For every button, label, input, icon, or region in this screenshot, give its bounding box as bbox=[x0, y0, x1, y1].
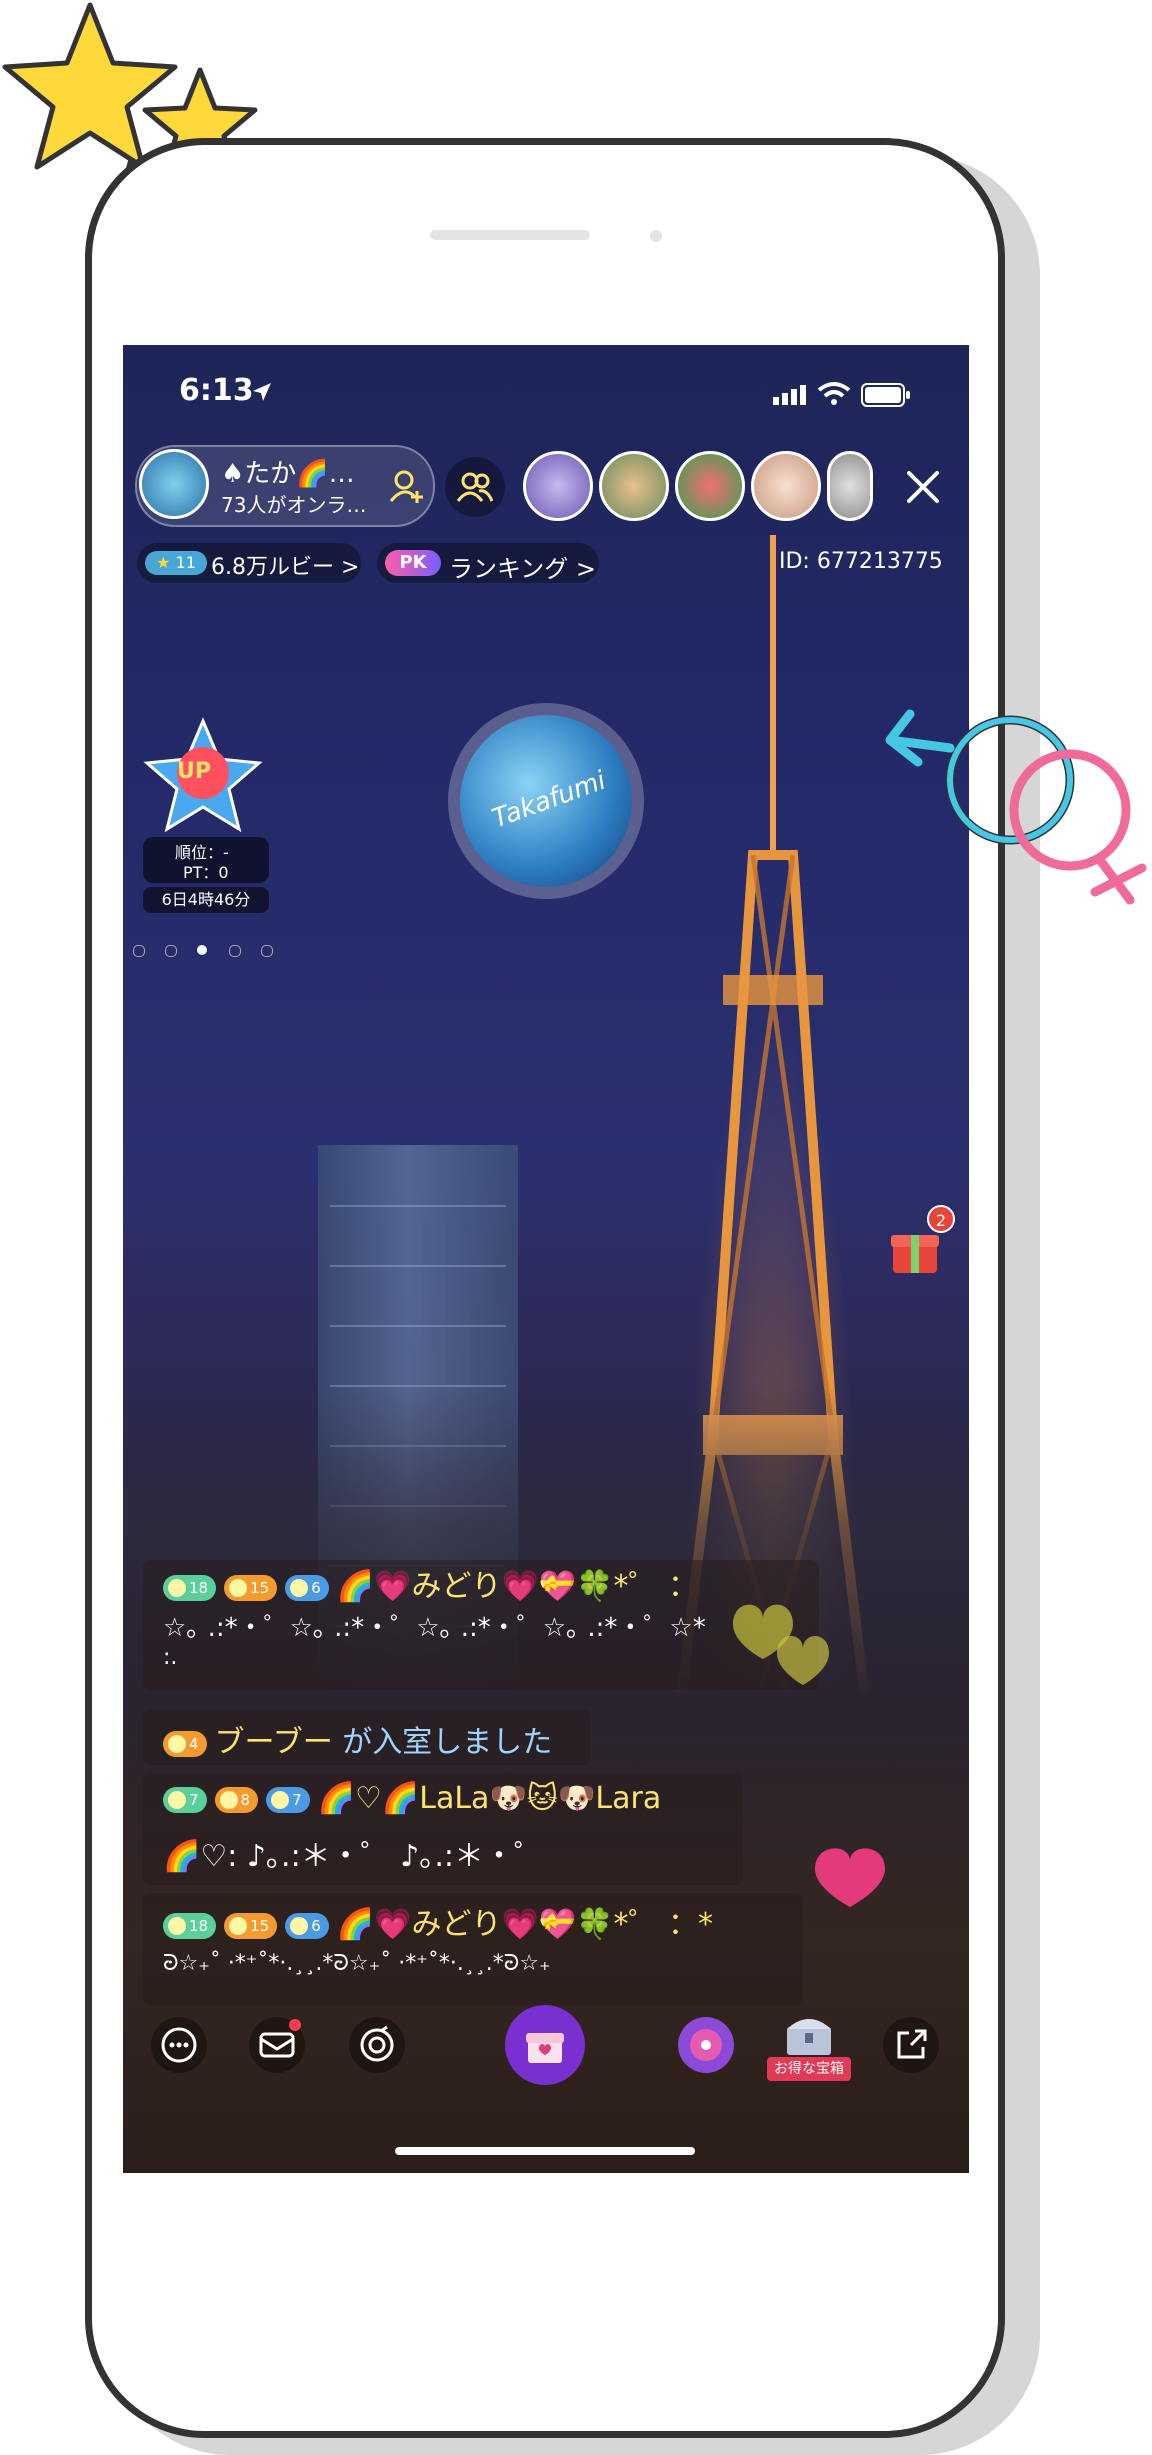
chat-message-text: 🌈♡: ♪｡.:＊・゜ ♪｡.:＊・゜ bbox=[163, 1839, 545, 1874]
level-badge: 7 bbox=[163, 1786, 207, 1813]
level-badge: 8 bbox=[214, 1786, 259, 1813]
cellular-signal-icon bbox=[773, 385, 806, 405]
external-share-button[interactable] bbox=[883, 2017, 939, 2073]
gift-icon bbox=[526, 2033, 564, 2063]
event-widget[interactable]: UP 順位：- PT：0 6日4時46分 bbox=[143, 715, 269, 975]
event-rank-box: 順位：- PT：0 bbox=[143, 837, 269, 883]
pk-badge: PK bbox=[385, 550, 441, 576]
host-avatar[interactable] bbox=[139, 449, 209, 519]
star-icon bbox=[2, 2, 178, 170]
close-icon[interactable] bbox=[903, 467, 943, 507]
ruby-label: 6.8万ルビー > bbox=[211, 555, 360, 580]
users-icon bbox=[457, 472, 493, 502]
level-badge: 18 bbox=[163, 1574, 217, 1601]
location-arrow-icon bbox=[253, 383, 271, 401]
level-badge: 15 bbox=[224, 1574, 278, 1601]
viewer-avatar[interactable] bbox=[751, 451, 821, 521]
viewer-avatar[interactable] bbox=[827, 451, 873, 521]
pk-ranking-label: ランキング > bbox=[449, 555, 597, 583]
host-info-pill[interactable]: ♠たか🌈… 73人がオンラ… bbox=[135, 445, 435, 527]
host-name: ♠たか🌈… bbox=[221, 459, 355, 489]
wifi-icon bbox=[817, 382, 851, 405]
chat-message-line3-header: 18 15 6 🌈💗みどり💗💝🍀*゜ ：* bbox=[163, 1899, 713, 1943]
comment-button[interactable] bbox=[151, 2017, 207, 2073]
unread-dot bbox=[289, 2019, 301, 2031]
viewer-avatar[interactable] bbox=[599, 451, 669, 521]
floating-heart-pink bbox=[815, 1848, 885, 1907]
speaker-avatar-text: Takafumi bbox=[488, 765, 610, 835]
ruby-ranking-pill[interactable]: ★ 11 6.8万ルビー > bbox=[137, 543, 361, 583]
level-badge: 6 bbox=[285, 1574, 329, 1601]
chat-message-text: :. bbox=[163, 1645, 178, 1670]
ruby-level-badge: ★ 11 bbox=[145, 551, 207, 575]
share-icon bbox=[897, 2029, 927, 2059]
status-time: 6:13 bbox=[179, 373, 254, 408]
send-gift-button[interactable] bbox=[505, 2005, 585, 2085]
treasure-box-label: お得な宝箱 bbox=[767, 2057, 851, 2081]
level-badge: 15 bbox=[224, 1912, 278, 1939]
app-screen: 6:13 ♠たか🌈… 73人がオンラ… ★ 11 6.8万ルビー > PK ラン… bbox=[123, 345, 969, 2173]
chat-message-line2-header: 7 8 7 🌈♡🌈LaLa🐶🐱🐶Lara bbox=[163, 1781, 661, 1816]
treasure-box-button[interactable]: お得な宝箱 bbox=[767, 2013, 851, 2083]
chat-entry-notice: 4 ブーブー が入室しました bbox=[163, 1717, 552, 1761]
gift-count-badge: 2 bbox=[927, 1205, 955, 1233]
mail-icon bbox=[259, 2032, 295, 2058]
phone-camera bbox=[650, 230, 662, 242]
online-count: 73人がオンラ… bbox=[221, 493, 367, 517]
speaker-avatar-ring[interactable]: Takafumi bbox=[448, 703, 644, 899]
disc-icon bbox=[690, 2029, 722, 2061]
floating-hearts bbox=[733, 1604, 829, 1685]
pk-ranking-pill[interactable]: PK ランキング > bbox=[377, 543, 599, 583]
home-indicator bbox=[395, 2147, 695, 2155]
gender-symbols-decoration bbox=[885, 709, 1147, 905]
event-logo-text: UP bbox=[177, 759, 211, 784]
viewer-avatar[interactable] bbox=[675, 451, 745, 521]
level-badge: 18 bbox=[163, 1912, 217, 1939]
gift-box-button[interactable]: 2 bbox=[887, 1205, 955, 1277]
music-disc-button[interactable] bbox=[678, 2017, 734, 2073]
chat-message-text: ☆｡ .:*・゜☆｡ .:*・゜☆｡ .:*・゜☆｡ .:*・゜☆* bbox=[163, 1613, 706, 1643]
battery-icon bbox=[861, 383, 910, 407]
chat-username[interactable]: ブーブー bbox=[215, 1725, 333, 1760]
chat-username[interactable]: 🌈💗みどり💗💝🍀*゜ ： bbox=[337, 1569, 698, 1604]
level-badge: 7 bbox=[266, 1786, 310, 1813]
treasure-chest-icon bbox=[787, 2019, 831, 2055]
chat-bubble-icon bbox=[161, 2027, 197, 2063]
carousel-dots bbox=[133, 943, 273, 957]
room-id: ID: 677213775 bbox=[779, 549, 943, 574]
star-icon: ★ bbox=[156, 553, 171, 572]
event-pt: PT：0 bbox=[183, 863, 229, 882]
level-badge: 6 bbox=[285, 1912, 329, 1939]
share-target-button[interactable] bbox=[349, 2017, 405, 2073]
chat-username[interactable]: 🌈♡🌈LaLa🐶🐱🐶Lara bbox=[318, 1781, 662, 1816]
target-icon bbox=[360, 2025, 394, 2062]
members-button[interactable] bbox=[445, 457, 505, 517]
level-badge: 4 bbox=[163, 1730, 207, 1757]
speaker-avatar: Takafumi bbox=[460, 715, 632, 887]
phone-speaker bbox=[430, 230, 590, 240]
mail-button[interactable] bbox=[249, 2017, 305, 2073]
chat-username[interactable]: 🌈💗みどり💗💝🍀*゜ ：* bbox=[337, 1907, 713, 1942]
event-countdown: 6日4時46分 bbox=[143, 887, 269, 913]
viewer-avatar[interactable] bbox=[523, 451, 593, 521]
follow-add-icon[interactable] bbox=[389, 469, 425, 505]
chat-message-line1-header: 18 15 6 🌈💗みどり💗💝🍀*゜ ： bbox=[163, 1561, 698, 1605]
entry-text: が入室しました bbox=[342, 1725, 553, 1760]
chat-message-text: ᘒ☆₊˚ ·*⁺˚*·.¸¸.*ᘒ☆₊˚ ·*⁺˚*·.¸¸.*ᘒ☆₊ bbox=[163, 1951, 551, 1976]
